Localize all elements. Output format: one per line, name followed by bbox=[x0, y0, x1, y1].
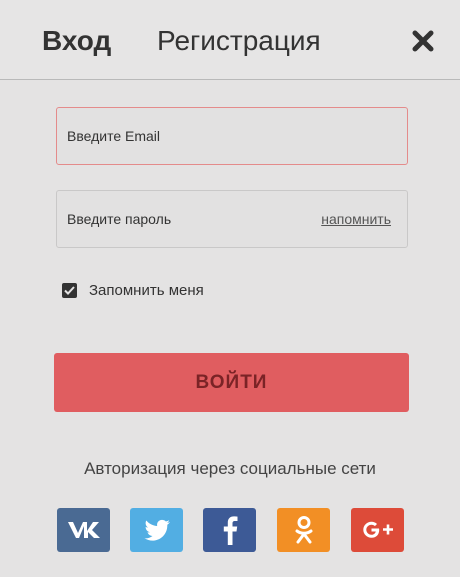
vk-icon bbox=[67, 522, 100, 538]
email-field[interactable] bbox=[67, 108, 307, 164]
odnoklassniki-icon bbox=[295, 516, 312, 544]
login-submit-button[interactable]: ВОЙТИ bbox=[54, 353, 409, 412]
tab-login[interactable]: Вход bbox=[42, 24, 111, 58]
odnoklassniki-login-button[interactable] bbox=[277, 508, 330, 552]
close-button[interactable] bbox=[408, 24, 438, 58]
checkmark-icon bbox=[64, 285, 75, 295]
google-plus-login-button[interactable] bbox=[351, 508, 404, 552]
remember-me-checkbox[interactable] bbox=[62, 282, 77, 298]
close-icon bbox=[412, 30, 434, 52]
remember-me: Запомнить меня bbox=[62, 281, 204, 299]
password-field-wrapper: напомнить bbox=[56, 190, 408, 248]
vk-login-button[interactable] bbox=[57, 508, 110, 552]
remind-password-link[interactable]: напомнить bbox=[321, 211, 391, 227]
tab-register[interactable]: Регистрация bbox=[157, 24, 321, 58]
twitter-login-button[interactable] bbox=[130, 508, 183, 552]
facebook-icon bbox=[223, 516, 237, 545]
facebook-login-button[interactable] bbox=[203, 508, 256, 552]
remember-me-label: Запомнить меня bbox=[89, 281, 204, 299]
google-plus-icon bbox=[362, 521, 393, 538]
email-field-wrapper bbox=[56, 107, 408, 165]
twitter-icon bbox=[144, 519, 170, 541]
password-field[interactable] bbox=[67, 191, 307, 247]
auth-header: Вход Регистрация bbox=[0, 0, 460, 80]
social-auth-title: Авторизация через социальные сети bbox=[84, 459, 376, 478]
